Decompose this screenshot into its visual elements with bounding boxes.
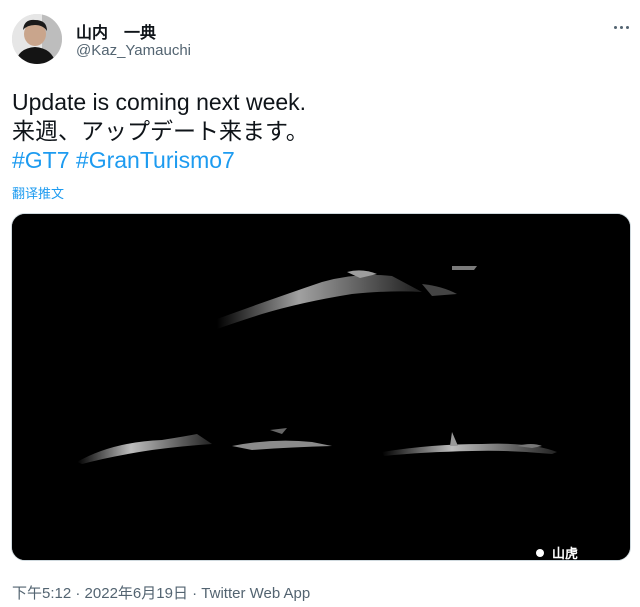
tweet-text: Update is coming next week. 来週、アップデート来ます… [12, 88, 622, 175]
avatar-image [12, 14, 62, 64]
more-options-button[interactable] [610, 18, 632, 36]
tweet-time[interactable]: 下午5:12 [12, 585, 71, 602]
tweet-media-image[interactable]: 山虎 [11, 213, 631, 561]
tweet-source[interactable]: Twitter Web App [201, 585, 310, 602]
tweet-text-line-english: Update is coming next week. [12, 89, 307, 115]
hashtag-link-granturismo7[interactable]: #GranTurismo7 [76, 147, 235, 173]
meta-separator: · [192, 585, 198, 602]
media-watermark: 山虎 [535, 543, 578, 560]
more-horizontal-icon [612, 25, 630, 29]
author-display-name[interactable]: 山内 一典 [76, 19, 156, 43]
hashtag-row: #GT7 #GranTurismo7 [12, 146, 622, 175]
avatar[interactable] [12, 14, 62, 64]
car-silhouette-image [12, 214, 630, 560]
tweet-meta: 下午5:12 · 2022年6月19日 · Twitter Web App [12, 582, 310, 603]
translate-tweet-link[interactable]: 翻译推文 [12, 183, 64, 202]
meta-separator: · [75, 585, 81, 602]
tweet-date[interactable]: 2022年6月19日 [85, 585, 188, 602]
tweet-text-line-japanese: 来週、アップデート来ます。 [12, 118, 309, 144]
hashtag-link-gt7[interactable]: #GT7 [12, 147, 70, 173]
author-handle[interactable]: @Kaz_Yamauchi [76, 42, 191, 59]
